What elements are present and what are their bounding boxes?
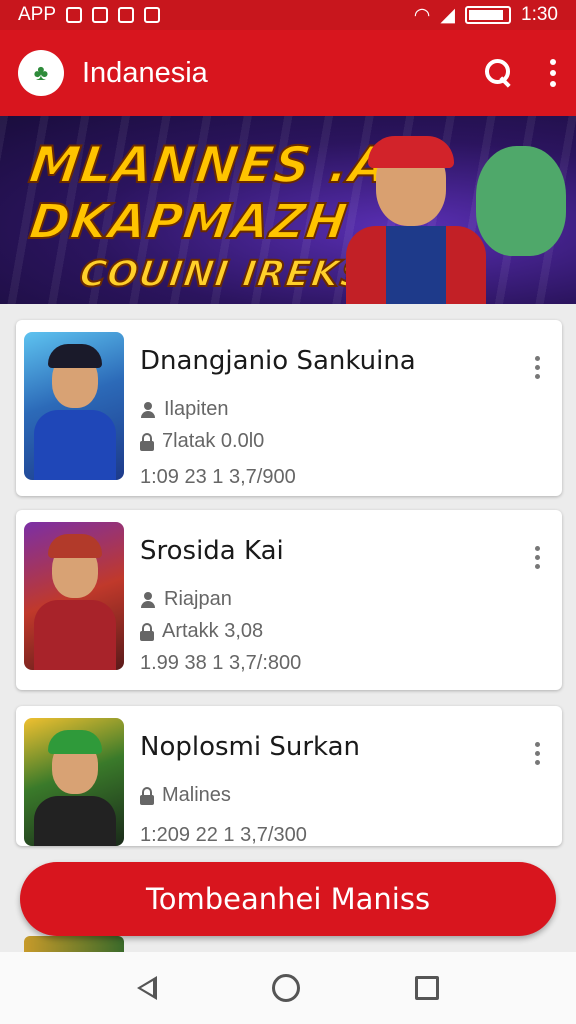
recent-apps-icon[interactable]: [414, 976, 439, 1000]
item-meta-text: Malines: [162, 784, 231, 806]
app-notification-icon: [118, 7, 135, 23]
app-title: Indanesia: [82, 56, 208, 89]
search-icon[interactable]: [484, 58, 514, 88]
mail-icon: [92, 7, 109, 23]
notification-icon: [66, 7, 83, 23]
image-icon: [144, 7, 161, 23]
lock-icon: [140, 786, 154, 805]
item-thumbnail: [24, 522, 124, 670]
status-app-label: APP: [18, 4, 57, 25]
banner-wolf-character: [476, 146, 566, 256]
item-meta-text: Ilapiten: [164, 398, 229, 420]
banner-title-line-1: MLANNES .A: [25, 135, 394, 195]
list-item[interactable]: Dnangjanio Sankuina Ilapiten 7latak 0.0l…: [16, 320, 562, 496]
item-meta-text: Artakk 3,08: [162, 620, 264, 642]
item-more-icon[interactable]: [535, 742, 540, 765]
home-icon[interactable]: [271, 974, 300, 1002]
lock-icon: [140, 622, 154, 641]
person-icon: [140, 401, 156, 418]
thumb-hair: [48, 534, 102, 558]
status-left: APP: [18, 4, 161, 26]
thumb-hair: [48, 344, 102, 368]
primary-cta-button[interactable]: Tombeanhei Maniss: [20, 862, 556, 936]
person-icon: [140, 591, 156, 608]
item-meta-text: Riajpan: [164, 588, 232, 610]
promo-banner[interactable]: MLANNES .A DKAPMAZH COUINI IREKS: [0, 116, 576, 304]
app-actions: [484, 58, 558, 88]
hero-vest: [386, 226, 446, 304]
item-stats: 1.99 38 1 3,7/:800: [140, 652, 302, 674]
banner-subtitle: COUINI IREKS: [76, 253, 371, 296]
app-logo-icon[interactable]: ♣: [18, 50, 64, 96]
system-nav-bar: [0, 952, 576, 1024]
battery-icon: [465, 6, 512, 24]
item-meta-text: 7latak 0.0l0: [162, 430, 265, 452]
wifi-icon: ◠: [413, 4, 431, 26]
item-stats: 1:209 22 1 3,7/300: [140, 824, 307, 846]
item-meta-secondary: Artakk 3,08: [140, 620, 263, 643]
hero-cap: [368, 136, 454, 168]
lock-icon: [140, 432, 154, 451]
back-icon[interactable]: [137, 976, 158, 1000]
more-vert-icon[interactable]: [548, 59, 558, 87]
clock: 1:30: [521, 4, 558, 25]
item-meta-primary: Ilapiten: [140, 398, 229, 421]
item-title: Dnangjanio Sankuina: [140, 346, 416, 376]
banner-title-line-2: DKAPMAZH: [25, 193, 352, 251]
thumb-torso: [34, 410, 116, 480]
battery-level: [469, 10, 504, 20]
item-meta-primary: Malines: [140, 784, 231, 807]
signal-icon: ◢: [440, 4, 456, 26]
status-right: ◠ ◢ 1:30: [414, 4, 558, 27]
item-thumbnail: [24, 718, 124, 846]
thumb-hair: [48, 730, 102, 754]
item-more-icon[interactable]: [535, 546, 540, 569]
thumb-torso: [34, 600, 116, 670]
item-stats: 1:09 23 1 3,7/900: [140, 466, 296, 488]
item-thumbnail: [24, 332, 124, 480]
banner-hero-illustration: [346, 126, 566, 304]
item-meta-primary: Riajpan: [140, 588, 232, 611]
list-item[interactable]: Noplosmi Surkan Malines 1:209 22 1 3,7/3…: [16, 706, 562, 846]
status-bar: APP ◠ ◢ 1:30: [0, 0, 576, 30]
item-title: Srosida Kai: [140, 536, 284, 566]
thumb-torso: [34, 796, 116, 846]
item-meta-secondary: 7latak 0.0l0: [140, 430, 264, 453]
list-item[interactable]: Srosida Kai Riajpan Artakk 3,08 1.99 38 …: [16, 510, 562, 690]
app-bar: ♣ Indanesia: [0, 30, 576, 116]
item-more-icon[interactable]: [535, 356, 540, 379]
item-title: Noplosmi Surkan: [140, 732, 361, 762]
